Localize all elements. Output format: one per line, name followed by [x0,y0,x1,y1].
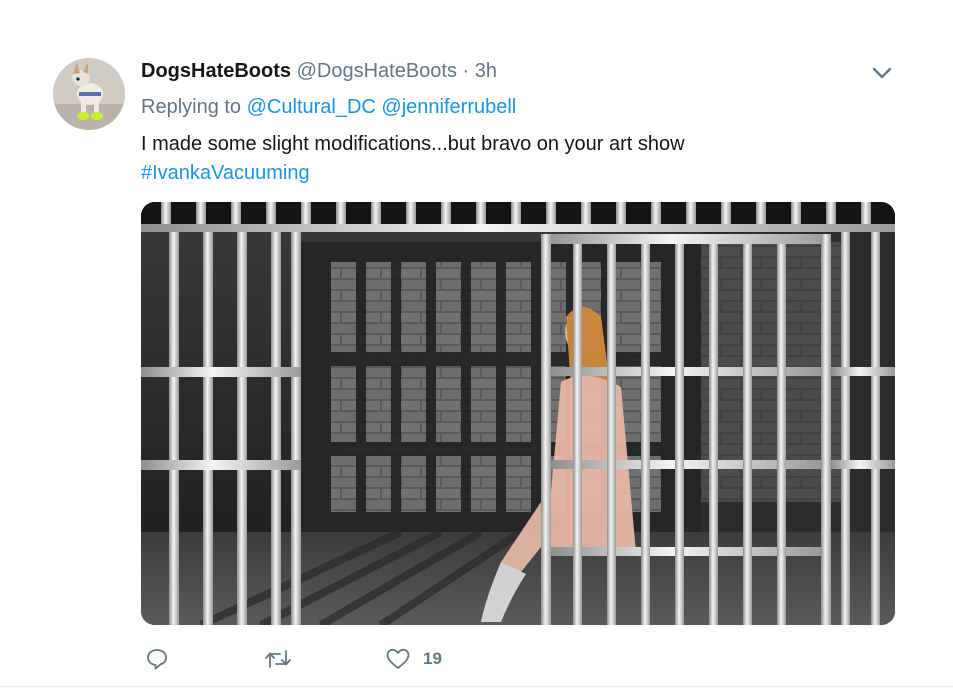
avatar[interactable] [53,58,125,130]
heart-icon [386,648,410,669]
time-separator: · [462,60,470,82]
tweet-header: DogsHateBoots @DogsHateBoots · 3h [141,58,497,84]
reply-icon [147,649,167,670]
like-count: 19 [423,649,442,668]
reply-mention-cultural-dc[interactable]: @Cultural_DC [247,96,376,118]
tweet: DogsHateBoots @DogsHateBoots · 3h Replyi… [0,0,953,688]
retweet-button[interactable] [263,644,293,674]
avatar-dog-image [53,58,125,130]
timestamp[interactable]: 3h [475,60,497,82]
hashtag-link[interactable]: #IvankaVacuuming [141,159,685,188]
replying-to-label: Replying to [141,96,242,118]
like-button[interactable]: 19 [385,644,442,674]
jail-cell-image [141,202,895,625]
tweet-divider [0,686,953,687]
replying-to: Replying to @Cultural_DC @jenniferrubell [141,94,516,120]
tweet-media-image[interactable] [141,202,895,625]
retweet-icon [265,650,291,668]
display-name[interactable]: DogsHateBoots [141,60,291,82]
chevron-down-icon [872,67,892,79]
tweet-text: I made some slight modifications...but b… [141,130,685,188]
reply-button[interactable] [145,644,169,674]
user-handle[interactable]: @DogsHateBoots [297,60,457,82]
tweet-menu-button[interactable] [870,62,894,84]
tweet-body: I made some slight modifications...but b… [141,133,685,155]
reply-mention-jenniferrubell[interactable]: @jenniferrubell [381,96,516,118]
